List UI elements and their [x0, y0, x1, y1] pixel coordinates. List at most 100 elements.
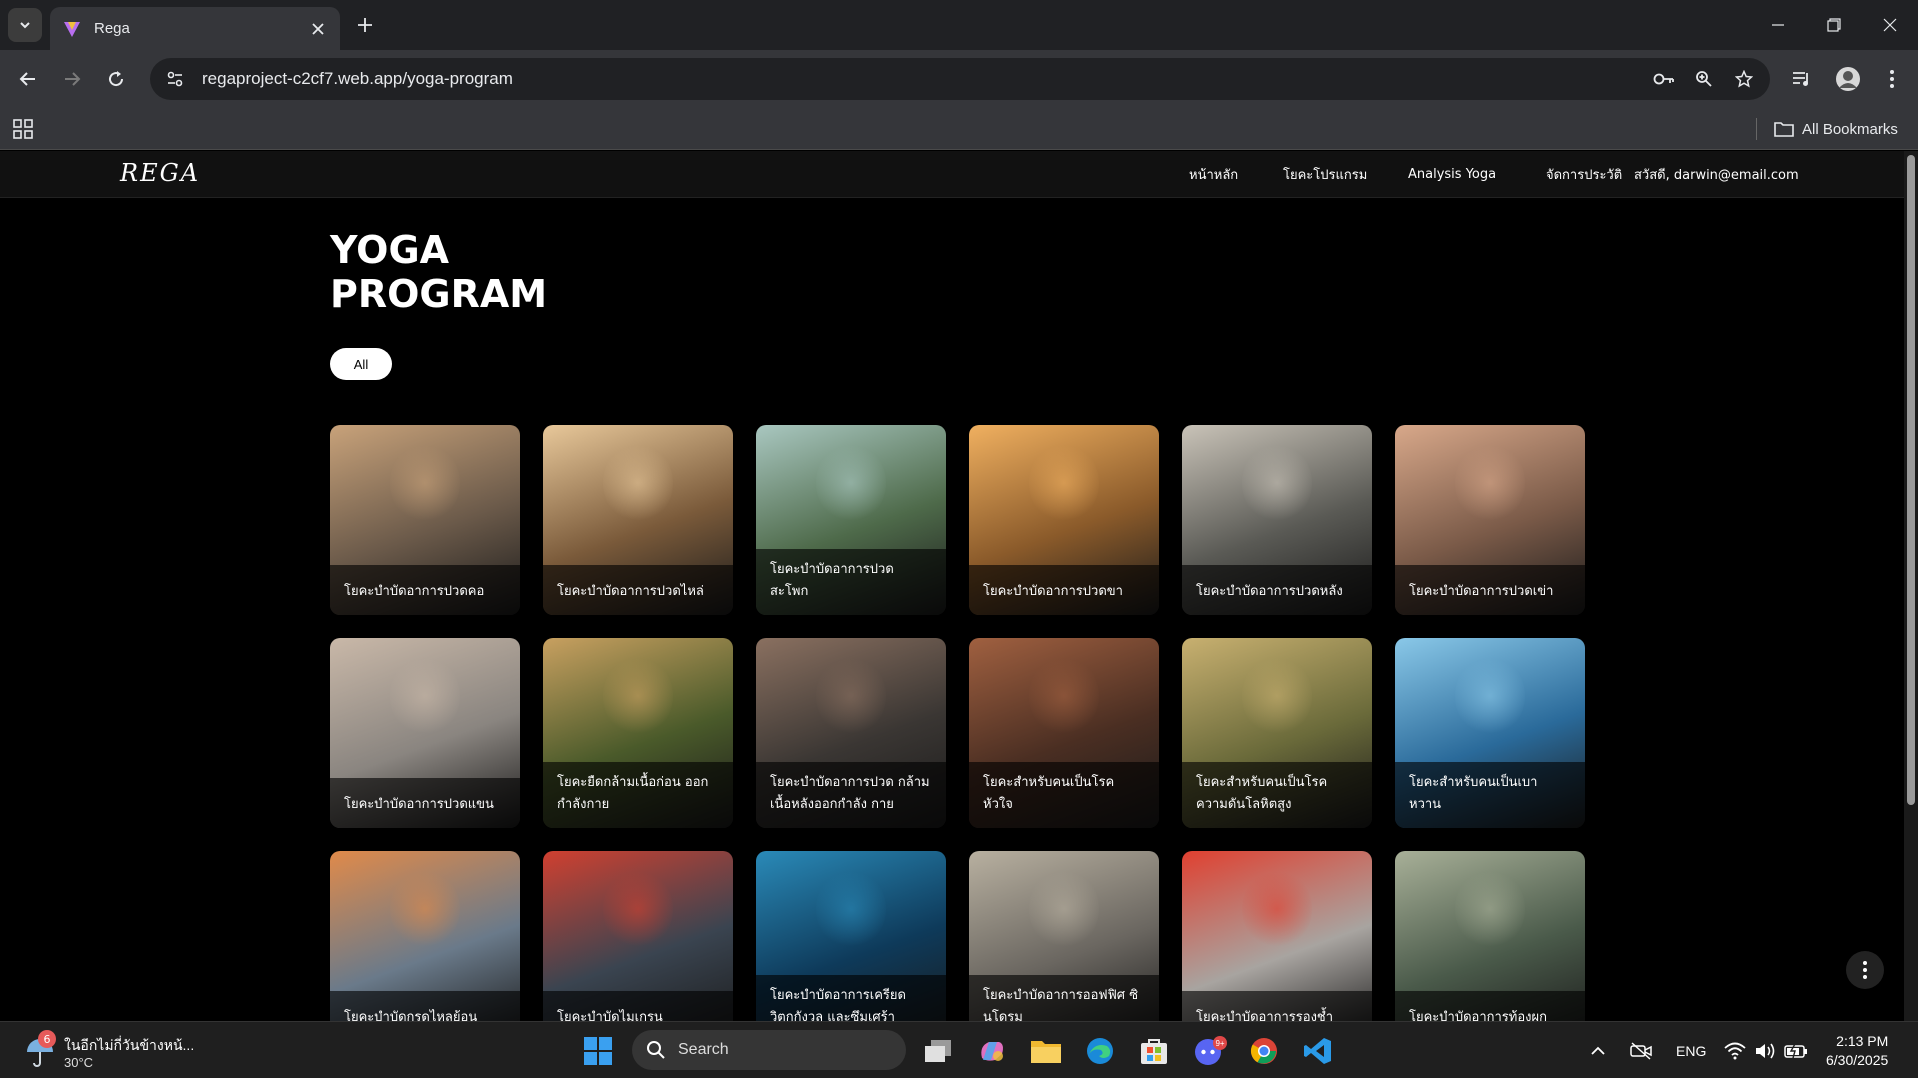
tab-search-button[interactable]	[8, 8, 42, 42]
profile-avatar[interactable]	[1832, 63, 1864, 95]
bookmark-star-icon[interactable]	[1724, 59, 1764, 99]
program-card[interactable]: โยคะสำหรับคนเป็นเบา หวาน	[1395, 638, 1585, 828]
program-card-label: โยคะบำบัดกรดไหลย้อน	[330, 991, 520, 1021]
program-card[interactable]: โยคะบำบัดกรดไหลย้อน	[330, 851, 520, 1021]
program-card[interactable]: โยคะบำบัดอาการปวดหลัง	[1182, 425, 1372, 615]
wifi-icon[interactable]	[1724, 1036, 1746, 1066]
apps-grid-icon[interactable]	[12, 118, 34, 140]
reload-button[interactable]	[100, 63, 132, 95]
program-card[interactable]: โยคะบำบัดอาการท้องผูก	[1395, 851, 1585, 1021]
vscode-button[interactable]	[1298, 1031, 1338, 1071]
card-image	[816, 656, 886, 736]
edge-button[interactable]	[1080, 1031, 1120, 1071]
program-card[interactable]: โยคะบำบัดไมเกรน	[543, 851, 733, 1021]
program-card[interactable]: โยคะบำบัดอาการออฟฟิศ ซินโดรม	[969, 851, 1159, 1021]
card-image	[390, 443, 460, 523]
kebab-menu-icon	[1863, 961, 1867, 979]
close-window-button[interactable]	[1862, 0, 1918, 50]
filter-all-button[interactable]: All	[330, 348, 392, 380]
input-language[interactable]: ENG	[1676, 1036, 1706, 1066]
clock-date: 6/30/2025	[1826, 1052, 1889, 1068]
nav-manage-history[interactable]: จัดการประวัติ	[1546, 164, 1622, 185]
kebab-menu-icon	[1890, 70, 1894, 88]
site-info-icon[interactable]	[154, 58, 196, 100]
microsoft-store-button[interactable]	[1134, 1031, 1174, 1071]
program-card-label: โยคะบำบัดอาการปวดคอ	[330, 565, 520, 615]
program-card-label: โยคะบำบัดอาการท้องผูก	[1395, 991, 1585, 1021]
clock-time: 2:13 PM	[1836, 1033, 1889, 1049]
copilot-button[interactable]	[972, 1031, 1012, 1071]
show-hidden-icons[interactable]	[1590, 1036, 1606, 1066]
windows-taskbar: 6 ในอีกไม่กี่วันข้างหน้... 30°C Search 9…	[0, 1021, 1918, 1078]
program-card-label: โยคะบำบัดอาการปวดแขน	[330, 778, 520, 828]
zoom-icon[interactable]	[1684, 59, 1724, 99]
program-card[interactable]: โยคะบำบัดอาการปวด สะโพก	[756, 425, 946, 615]
discord-button[interactable]: 9+	[1190, 1031, 1230, 1071]
media-control-button[interactable]	[1786, 63, 1818, 95]
chrome-button[interactable]	[1244, 1031, 1284, 1071]
url-text[interactable]: regaproject-c2cf7.web.app/yoga-program	[202, 69, 1644, 89]
program-card[interactable]: โยคะบำบัดอาการปวดไหล่	[543, 425, 733, 615]
discord-icon: 9+	[1195, 1036, 1227, 1065]
battery-icon[interactable]	[1784, 1036, 1808, 1066]
program-card-label: โยคะบำบัดอาการปวดหลัง	[1182, 565, 1372, 615]
chevron-down-icon	[20, 22, 30, 29]
program-card-label: โยคะบำบัดอาการปวดขา	[969, 565, 1159, 615]
program-card[interactable]: โยคะบำบัดอาการปวดเข่า	[1395, 425, 1585, 615]
bookmarks-divider	[1756, 118, 1757, 140]
program-card[interactable]: โยคะยืดกล้ามเนื้อก่อน ออกกำลังกาย	[543, 638, 733, 828]
taskbar-search[interactable]: Search	[632, 1030, 906, 1070]
card-image	[390, 656, 460, 736]
program-card[interactable]: โยคะบำบัดอาการปวด กล้ามเนื้อหลังออกกำลัง…	[756, 638, 946, 828]
task-view-icon	[925, 1040, 951, 1062]
program-card[interactable]: โยคะสำหรับคนเป็นโรค ความดันโลหิตสูง	[1182, 638, 1372, 828]
site-logo[interactable]: REGA	[120, 159, 200, 187]
meet-now-icon[interactable]	[1630, 1036, 1652, 1066]
task-view-button[interactable]	[918, 1031, 958, 1071]
page-title-line2: PROGRAM	[330, 272, 548, 316]
card-image	[1242, 443, 1312, 523]
minimize-button[interactable]	[1750, 0, 1806, 50]
program-card[interactable]: โยคะบำบัดอาการเครียด วิตกกังวล และซึมเศร…	[756, 851, 946, 1021]
program-card[interactable]: โยคะบำบัดอาการปวดแขน	[330, 638, 520, 828]
site-navbar: REGA หน้าหลัก โยคะโปรแกรม Analysis Yoga …	[0, 151, 1904, 198]
program-card-label: โยคะบำบัดอาการปวด สะโพก	[756, 549, 946, 615]
start-button[interactable]	[578, 1031, 618, 1071]
new-tab-button[interactable]	[352, 12, 378, 38]
taskbar-search-label: Search	[678, 1041, 729, 1058]
media-queue-icon	[1793, 72, 1808, 86]
program-card-label: โยคะสำหรับคนเป็นโรค ความดันโลหิตสูง	[1182, 762, 1372, 828]
weather-widget[interactable]: 6 ในอีกไม่กี่วันข้างหน้... 30°C	[22, 1030, 222, 1072]
volume-icon[interactable]	[1754, 1036, 1776, 1066]
program-card[interactable]: โยคะบำบัดอาการปวดคอ	[330, 425, 520, 615]
nav-user-greeting[interactable]: สวัสดี, darwin@email.com	[1634, 164, 1799, 185]
main-content: YOGA PROGRAM All โยคะบำบัดอาการปวดคอ โยคะ…	[0, 198, 1904, 1021]
bookmarks-bar: All Bookmarks	[0, 108, 1918, 150]
card-image	[1455, 656, 1525, 736]
browser-tab-rega[interactable]: Rega	[50, 7, 340, 50]
program-card[interactable]: โยคะสำหรับคนเป็นโรค หัวใจ	[969, 638, 1159, 828]
restore-button[interactable]	[1806, 0, 1862, 50]
program-card-label: โยคะบำบัดอาการออฟฟิศ ซินโดรม	[969, 975, 1159, 1021]
program-card-label: โยคะบำบัดอาการปวดไหล่	[543, 565, 733, 615]
nav-home[interactable]: หน้าหลัก	[1189, 164, 1238, 185]
windows-logo-icon	[584, 1037, 612, 1065]
back-button[interactable]	[12, 63, 44, 95]
tab-close-icon[interactable]	[308, 19, 328, 39]
card-image	[603, 656, 673, 736]
nav-yoga-program[interactable]: โยคะโปรแกรม	[1283, 164, 1367, 185]
card-image	[816, 869, 886, 949]
page-scrollbar[interactable]	[1904, 151, 1918, 1021]
address-bar[interactable]: regaproject-c2cf7.web.app/yoga-program	[150, 58, 1770, 100]
scrollbar-thumb[interactable]	[1907, 155, 1915, 805]
program-card[interactable]: โยคะบำบัดอาการรองช้ำ	[1182, 851, 1372, 1021]
system-clock[interactable]: 2:13 PM 6/30/2025	[1826, 1032, 1888, 1070]
nav-analysis-yoga[interactable]: Analysis Yoga	[1408, 167, 1496, 182]
file-explorer-button[interactable]	[1026, 1031, 1066, 1071]
program-card[interactable]: โยคะบำบัดอาการปวดขา	[969, 425, 1159, 615]
forward-button[interactable]	[56, 63, 88, 95]
browser-menu-button[interactable]	[1876, 63, 1908, 95]
password-key-icon[interactable]	[1644, 59, 1684, 99]
all-bookmarks-button[interactable]: All Bookmarks	[1774, 116, 1898, 142]
floating-menu-button[interactable]	[1846, 951, 1884, 989]
